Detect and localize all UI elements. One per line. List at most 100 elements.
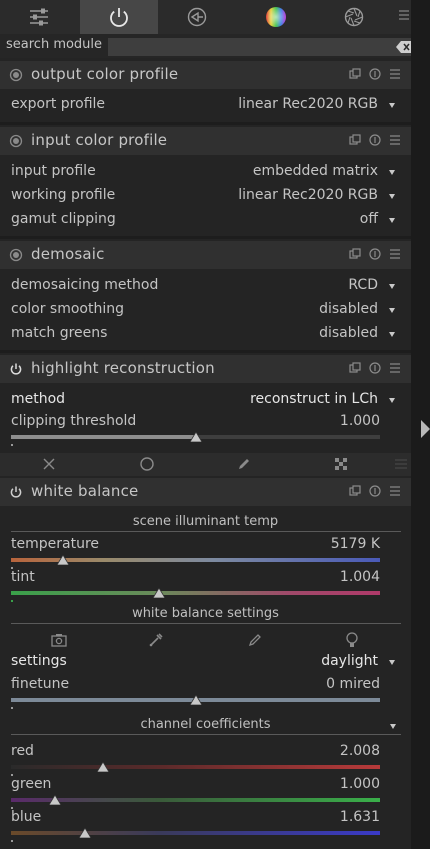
module-title: demosaic [31, 245, 105, 263]
wb-settings-combobox[interactable]: settings daylight [0, 650, 411, 674]
slider-handle[interactable] [190, 695, 202, 705]
slider-handle[interactable] [153, 588, 165, 598]
color-picker-icon[interactable] [147, 631, 165, 649]
section-divider [11, 623, 401, 624]
module-enabled-icon[interactable] [9, 134, 23, 148]
presets-menu-icon[interactable] [389, 248, 401, 260]
tint-label: tint [11, 569, 35, 585]
multi-instance-icon[interactable] [349, 362, 361, 374]
slider-handle[interactable] [57, 555, 69, 565]
blend-parametric-icon[interactable] [333, 456, 349, 472]
reset-icon[interactable] [369, 485, 381, 497]
finetune-slider[interactable] [11, 695, 380, 705]
module-header-highlight-reconstruction[interactable]: highlight reconstruction [0, 355, 411, 383]
slider-default-tick [11, 444, 13, 446]
tab-base-modules[interactable] [158, 0, 236, 34]
green-coefficient-slider[interactable] [11, 795, 380, 805]
export-profile-combobox[interactable]: export profile linear Rec2020 RGB [0, 93, 411, 117]
sliders-icon [30, 8, 48, 26]
power-icon[interactable] [9, 362, 23, 376]
dropdown-arrow-icon [389, 398, 395, 403]
reset-icon[interactable] [369, 68, 381, 80]
highlight-method-combobox[interactable]: method reconstruct in LCh [0, 388, 411, 412]
tint-slider[interactable] [11, 588, 380, 598]
blend-uniform-icon[interactable] [139, 456, 155, 472]
tab-menu-icon[interactable] [396, 8, 411, 26]
presets-menu-icon[interactable] [389, 485, 401, 497]
presets-menu-icon[interactable] [389, 134, 401, 146]
working-profile-combobox[interactable]: working profile linear Rec2020 RGB [0, 184, 411, 208]
presets-menu-icon[interactable] [389, 362, 401, 374]
tab-effect-modules[interactable] [315, 0, 393, 34]
blend-more-icon[interactable] [393, 456, 409, 472]
reset-icon[interactable] [369, 362, 381, 374]
module-title: output color profile [31, 65, 179, 83]
slider-handle[interactable] [49, 795, 61, 805]
tab-color-modules[interactable] [237, 0, 315, 34]
gamut-clipping-value: off [359, 211, 378, 227]
section-title-channel-coefficients: channel coefficients [140, 717, 271, 732]
multi-instance-icon[interactable] [349, 134, 361, 146]
clipping-threshold-slider[interactable] [11, 432, 380, 442]
module-header-input-color-profile[interactable]: input color profile [0, 127, 411, 155]
user-modified-icon[interactable] [246, 631, 264, 649]
demosaicing-method-combobox[interactable]: demosaicing method RCD [0, 274, 411, 298]
tab-quick-access[interactable] [0, 0, 78, 34]
module-search: search module [0, 34, 411, 58]
slider-handle[interactable] [79, 828, 91, 838]
module-divider [0, 236, 411, 239]
finetune-label: finetune [11, 676, 70, 692]
dropdown-arrow-icon [389, 103, 395, 108]
power-icon[interactable] [9, 485, 23, 499]
temperature-value: 5179 K [330, 536, 380, 552]
red-coefficient-slider[interactable] [11, 762, 380, 772]
blend-off-icon[interactable] [41, 456, 57, 472]
slider-default-tick [11, 600, 13, 602]
module-group-tabs [0, 0, 411, 34]
blend-drawn-mask-icon[interactable] [236, 456, 252, 472]
multi-instance-icon[interactable] [349, 248, 361, 260]
input-profile-label: input profile [11, 163, 96, 179]
module-divider [0, 122, 411, 125]
dropdown-arrow-icon [389, 332, 395, 337]
tab-active-modules[interactable] [80, 0, 158, 34]
match-greens-combobox[interactable]: match greens disabled [0, 322, 411, 346]
slider-handle[interactable] [190, 432, 202, 442]
export-profile-value: linear Rec2020 RGB [238, 96, 378, 112]
color-wheel-icon [266, 7, 286, 27]
camera-icon[interactable] [50, 631, 68, 649]
reset-icon[interactable] [369, 248, 381, 260]
search-input[interactable] [108, 38, 411, 56]
camera-reference-icon[interactable] [343, 631, 361, 649]
multi-instance-icon[interactable] [349, 68, 361, 80]
blue-coefficient-slider[interactable] [11, 828, 380, 838]
blue-value: 1.631 [339, 809, 380, 825]
module-enabled-icon[interactable] [9, 68, 23, 82]
temperature-slider[interactable] [11, 555, 380, 565]
module-enabled-icon[interactable] [9, 248, 23, 262]
demosaicing-method-value: RCD [348, 277, 378, 293]
module-header-white-balance[interactable]: white balance [0, 478, 411, 506]
clear-search-icon[interactable] [396, 41, 411, 53]
right-module-panel: search module output color profile expor… [0, 0, 411, 849]
collapse-panel-arrow-icon[interactable] [421, 420, 430, 438]
blue-label: blue [11, 809, 42, 825]
module-title: white balance [31, 482, 139, 500]
section-title-scene-illuminant: scene illuminant temp [132, 514, 279, 529]
module-header-output-color-profile[interactable]: output color profile [0, 61, 411, 89]
input-profile-combobox[interactable]: input profile embedded matrix [0, 160, 411, 184]
gamut-clipping-combobox[interactable]: gamut clipping off [0, 208, 411, 232]
green-value: 1.000 [339, 776, 380, 792]
section-collapse-arrow-icon[interactable] [390, 724, 396, 729]
module-title: highlight reconstruction [31, 359, 215, 377]
presets-menu-icon[interactable] [389, 68, 401, 80]
tint-value: 1.004 [339, 569, 380, 585]
reset-icon[interactable] [369, 134, 381, 146]
color-smoothing-combobox[interactable]: color smoothing disabled [0, 298, 411, 322]
module-header-demosaic[interactable]: demosaic [0, 241, 411, 269]
slider-handle[interactable] [97, 762, 109, 772]
module-divider [0, 350, 411, 353]
slider-default-tick [11, 707, 13, 709]
multi-instance-icon[interactable] [349, 485, 361, 497]
dropdown-arrow-icon [389, 194, 395, 199]
